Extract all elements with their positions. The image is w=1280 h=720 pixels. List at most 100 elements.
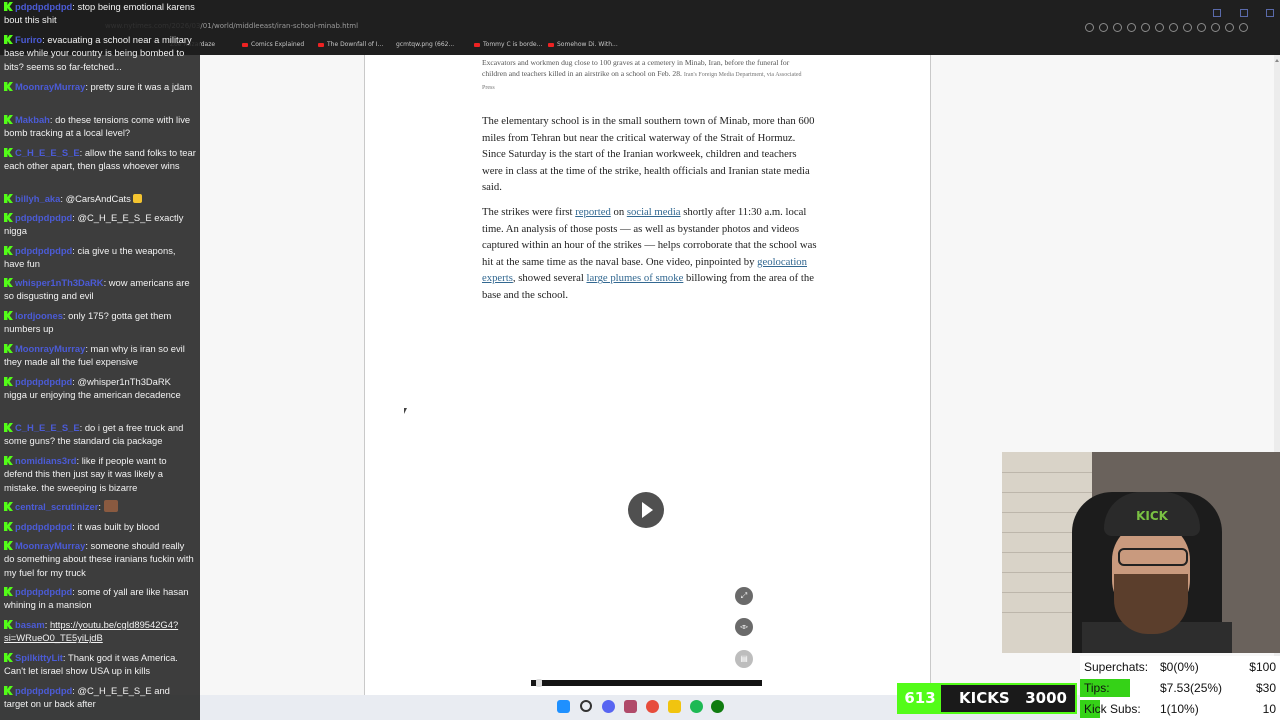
- extension-icon[interactable]: [1155, 23, 1164, 32]
- kick-logo-icon: [4, 522, 13, 531]
- goal-value: $0(0%): [1160, 660, 1199, 674]
- chrome-icon[interactable]: [646, 700, 659, 713]
- chat-text: it was built by blood: [77, 521, 160, 532]
- thumbs-up-icon: [133, 194, 143, 203]
- chat-message: MoonrayMurray: someone should really do …: [4, 540, 194, 578]
- kick-logo-icon: [4, 246, 13, 255]
- kick-logo-icon: [4, 148, 13, 157]
- chat-username: pdpdpdpdpd: [15, 521, 73, 532]
- bookmark-item[interactable]: Comics Explained: [242, 41, 304, 48]
- app-icon[interactable]: [624, 700, 637, 713]
- kick-logo-icon: [4, 2, 13, 11]
- photo-caption: Excavators and workmen dug close to 100 …: [482, 57, 812, 94]
- xbox-icon[interactable]: [711, 700, 724, 713]
- paragraph-text: on: [610, 206, 627, 218]
- goal-row-tips: Tips: $7.53(25%) $30: [1080, 678, 1280, 698]
- kick-logo-icon: [4, 620, 13, 629]
- kick-logo-icon: [4, 377, 13, 386]
- kick-logo-icon: [4, 502, 13, 511]
- glasses: [1118, 548, 1188, 566]
- reported-link[interactable]: reported: [575, 206, 611, 218]
- chat-username: pdpdpdpdpd: [15, 685, 73, 696]
- kicks-label: KICKS: [959, 689, 1010, 707]
- goal-label: Kick Subs:: [1084, 702, 1141, 716]
- chat-message: pdpdpdpdpd: @C_H_E_E_S_E exactly nigga: [4, 212, 184, 237]
- zoom-icon[interactable]: [1085, 23, 1094, 32]
- chat-message: central_scrutinizer:: [4, 500, 196, 513]
- discord-icon[interactable]: [602, 700, 615, 713]
- bookmark-star-icon[interactable]: [1169, 23, 1178, 32]
- chat-message: C_H_E_E_S_E: do i get a free truck and s…: [4, 422, 184, 447]
- kicks-count: 613: [899, 685, 941, 712]
- chat-username: SpilkittyLit: [15, 652, 63, 663]
- chat-username: whisper1nTh3DaRK: [15, 277, 104, 288]
- fullscreen-icon[interactable]: ⤢: [735, 587, 753, 605]
- chat-message: pdpdpdpdpd: some of yall are like hasan …: [4, 586, 189, 611]
- smoke-plumes-link[interactable]: large plumes of smoke: [586, 272, 683, 284]
- chat-message: basam: https://youtu.be/cgId89542G4?si=W…: [4, 619, 179, 644]
- mouse-cursor-icon: [404, 408, 410, 414]
- kick-logo-icon: [4, 587, 13, 596]
- search-icon[interactable]: [580, 700, 592, 712]
- bookmark-item[interactable]: gcmtqw.png (662...: [396, 41, 454, 48]
- extension-icon[interactable]: [1113, 23, 1122, 32]
- chat-username: pdpdpdpdpd: [15, 212, 73, 223]
- kick-logo-icon: [4, 541, 13, 550]
- download-icon[interactable]: [1225, 23, 1234, 32]
- windows-start-icon[interactable]: [557, 700, 570, 713]
- chat-message: Furiro: evacuating a school near a milit…: [4, 34, 192, 72]
- chat-username: pdpdpdpdpd: [15, 586, 73, 597]
- goal-value: 1(10%): [1160, 702, 1199, 716]
- extension-icon[interactable]: [1127, 23, 1136, 32]
- extension-icon[interactable]: [1197, 23, 1206, 32]
- chat-username: billyh_aka: [15, 193, 61, 204]
- speaker-icon[interactable]: [1183, 23, 1192, 32]
- maximize-icon[interactable]: [1239, 9, 1248, 17]
- close-icon[interactable]: [1266, 9, 1274, 17]
- folder-icon[interactable]: [668, 700, 681, 713]
- chat-text: pretty sure it was a jdam: [90, 81, 193, 92]
- extension-icon[interactable]: [1211, 23, 1220, 32]
- video-progress-bar[interactable]: [531, 679, 762, 687]
- chat-message: SpilkittyLit: Thank god it was America. …: [4, 652, 178, 677]
- chat-username: Makbah: [15, 114, 50, 125]
- captions-icon[interactable]: ▤: [735, 650, 753, 668]
- youtube-icon: [548, 42, 554, 47]
- emote-icon: [103, 500, 118, 512]
- paragraph-text: The strikes were first: [482, 206, 576, 218]
- pip-icon[interactable]: ◃▹: [735, 618, 753, 636]
- play-icon[interactable]: [628, 492, 664, 528]
- chat-username: pdpdpdpdpd: [15, 376, 73, 387]
- chat-message: nomidians3rd: like if people want to def…: [4, 455, 167, 493]
- chat-message: lordjoones: only 175? gotta get them num…: [4, 310, 172, 335]
- chat-username: C_H_E_E_S_E: [15, 422, 80, 433]
- minimize-icon[interactable]: [1213, 9, 1222, 17]
- chat-username: C_H_E_E_S_E: [15, 147, 80, 158]
- goal-row-kick-subs: Kick Subs: 1(10%) 10: [1080, 699, 1280, 719]
- kick-logo-icon: [4, 194, 13, 203]
- streamer-beard: [1114, 574, 1188, 634]
- extension-icon[interactable]: [1141, 23, 1150, 32]
- bookmark-item[interactable]: The Downfall of I...: [318, 41, 383, 48]
- chat-message: pdpdpdpdpd: @C_H_E_E_S_E and target on u…: [4, 685, 170, 710]
- kick-logo-icon: [4, 344, 13, 353]
- kick-logo-icon: [4, 423, 13, 432]
- chat-message: MoonrayMurray: pretty sure it was a jdam: [4, 80, 196, 93]
- bookmark-item[interactable]: Tommy C is borde...: [474, 41, 542, 48]
- chat-username: nomidians3rd: [15, 455, 77, 466]
- goal-target: $100: [1249, 660, 1276, 674]
- extension-icon[interactable]: [1099, 23, 1108, 32]
- chat-text: @CarsAndCats: [65, 193, 131, 204]
- kicks-goal: 3000: [1025, 689, 1067, 707]
- chat-username: lordjoones: [15, 310, 63, 321]
- kick-logo-icon: [4, 653, 13, 662]
- scroll-up-icon[interactable]: [1275, 59, 1279, 62]
- progress-thumb[interactable]: [535, 679, 542, 687]
- chat-username: central_scrutinizer: [15, 501, 99, 512]
- chat-username: MoonrayMurray: [15, 81, 86, 92]
- menu-icon[interactable]: [1239, 23, 1248, 32]
- social-media-link[interactable]: social media: [627, 206, 681, 218]
- spotify-icon[interactable]: [690, 700, 703, 713]
- bookmark-item[interactable]: Somehow Di. With...: [548, 41, 618, 48]
- chat-username: basam: [15, 619, 45, 630]
